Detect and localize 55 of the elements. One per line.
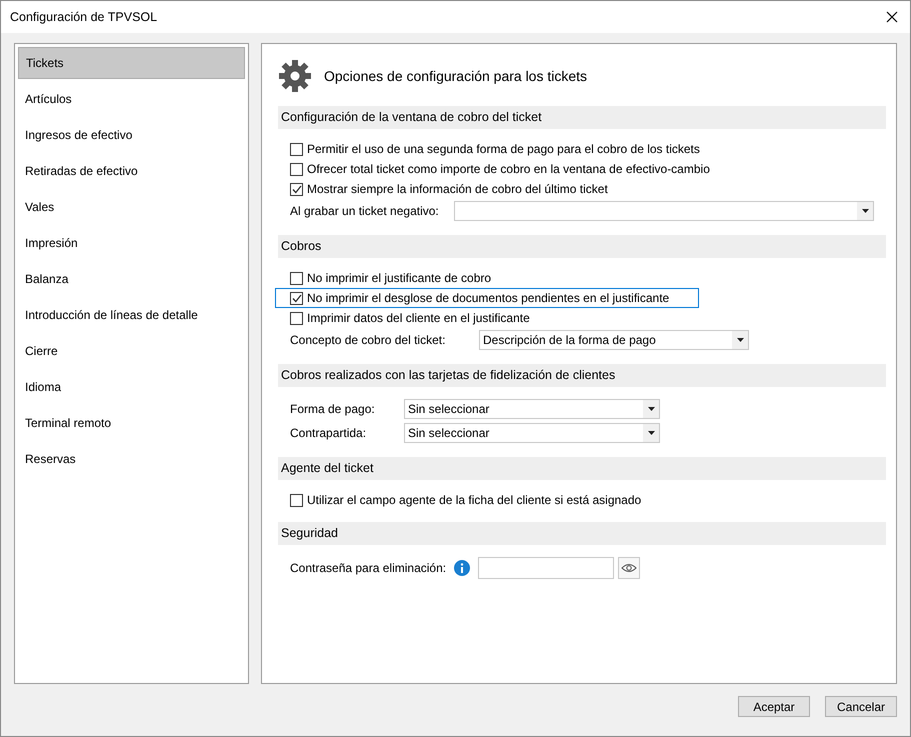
sidebar-item[interactable]: Introducción de líneas de detalle <box>18 299 245 331</box>
page-title: Opciones de configuración para los tickets <box>324 66 588 86</box>
eye-icon <box>621 563 637 573</box>
dialog-button[interactable]: Aceptar <box>738 696 810 717</box>
checkbox-option[interactable]: No imprimir el justificante de cobro <box>289 268 496 288</box>
checkbox-option[interactable]: Permitir el uso de una segunda forma de pago para el cobro de los tickets <box>289 139 705 159</box>
checkbox-option[interactable]: Ofrecer total ticket como importe de cobro en la ventana de efectivo-cambio <box>289 159 715 179</box>
sidebar-item[interactable]: Cierre <box>18 335 245 367</box>
sidebar-item[interactable]: Vales <box>18 191 245 223</box>
checkmark-icon <box>292 294 302 302</box>
dropdown[interactable]: Sin seleccionar <box>404 399 660 419</box>
checkbox[interactable] <box>290 162 303 176</box>
checkbox[interactable] <box>290 312 303 324</box>
gear-icon <box>278 59 312 93</box>
caret-icon <box>862 209 868 213</box>
password-field[interactable] <box>478 557 614 579</box>
caret-icon <box>648 431 654 435</box>
section-header: Cobros <box>278 235 886 258</box>
field-label: Contrapartida: <box>290 425 368 442</box>
checkmark-icon <box>292 184 302 194</box>
sidebar-item[interactable]: Terminal remoto <box>18 407 245 439</box>
window-title: Configuración de TPVSOL <box>10 8 158 26</box>
section-header: Seguridad <box>278 522 886 545</box>
checkbox-option[interactable]: Mostrar siempre la información de cobro del último ticket <box>289 179 613 199</box>
checkbox[interactable] <box>290 292 303 304</box>
checkbox[interactable] <box>290 142 303 156</box>
sidebar-item[interactable]: Artículos <box>18 83 245 115</box>
checkbox-option[interactable]: Utilizar el campo agente de la ficha del cliente si está asignado <box>289 490 646 510</box>
caret-icon <box>736 338 744 342</box>
dialog-button[interactable]: Cancelar <box>825 696 897 717</box>
field-label: Contraseña para eliminación: <box>290 560 448 577</box>
sidebar-item[interactable]: Ingresos de efectivo <box>18 119 245 151</box>
sidebar-item[interactable]: Retiradas de efectivo <box>18 155 245 187</box>
checkbox[interactable] <box>290 494 303 506</box>
field-label: Forma de pago: <box>290 401 376 418</box>
section-header: Configuración de la ventana de cobro del ticket <box>278 106 886 129</box>
sidebar-item[interactable]: Idioma <box>18 371 245 403</box>
sidebar-item[interactable]: Impresión <box>18 227 245 259</box>
field-label: Al grabar un ticket negativo: <box>290 203 440 220</box>
checkbox-option[interactable]: Imprimir datos del cliente en el justificante <box>289 308 535 328</box>
checkbox[interactable] <box>290 272 303 284</box>
show-password-button[interactable] <box>618 557 640 579</box>
sidebar-item[interactable]: Balanza <box>18 263 245 295</box>
checkbox-option[interactable]: No imprimir el desglose de documentos pendientes en el justificante <box>275 288 699 308</box>
sidebar-item[interactable]: Reservas <box>18 443 245 475</box>
close-icon <box>886 11 898 23</box>
section-header: Agente del ticket <box>278 457 886 480</box>
section-header: Cobros realizados con las tarjetas de fidelización de clientes <box>278 364 886 387</box>
checkbox[interactable] <box>290 182 303 196</box>
caret-icon <box>648 407 654 411</box>
dropdown[interactable]: Sin seleccionar <box>404 423 660 443</box>
field-label: Concepto de cobro del ticket: <box>290 332 446 349</box>
sidebar-item[interactable]: Tickets <box>18 47 245 79</box>
dropdown[interactable]: Descripción de la forma de pago <box>479 330 749 350</box>
info-icon <box>454 560 470 576</box>
